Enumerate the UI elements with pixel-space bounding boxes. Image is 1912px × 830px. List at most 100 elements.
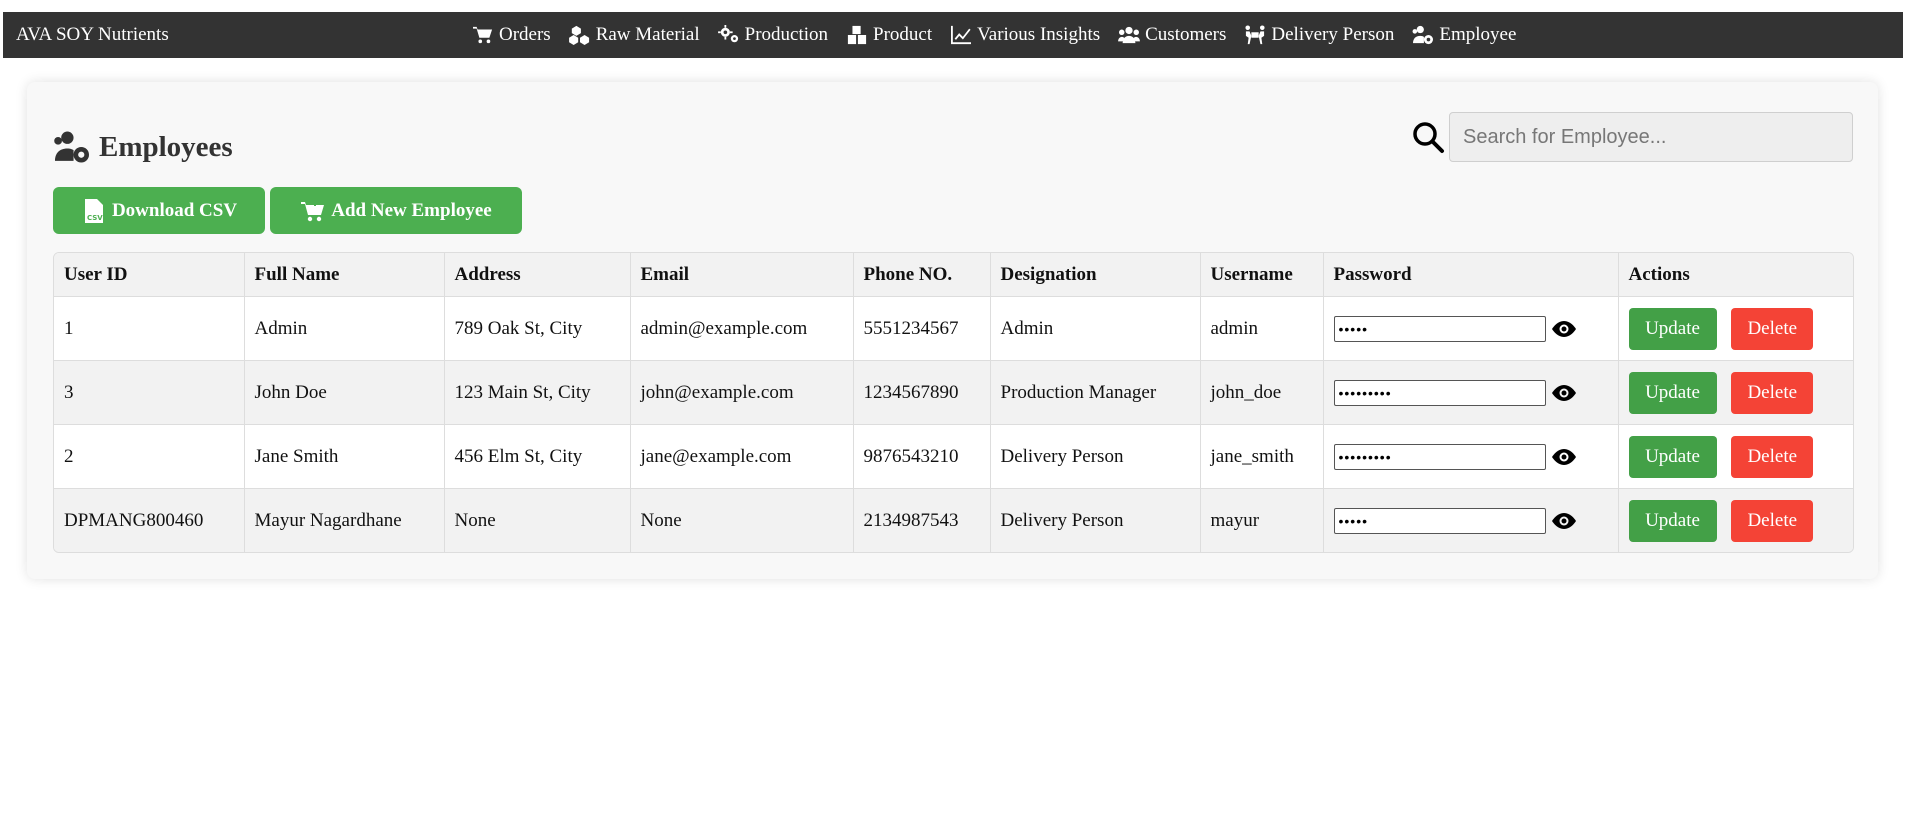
top-navbar: AVA SOY Nutrients Orders Raw Material Pr… xyxy=(3,12,1903,58)
cell-username: john_doe xyxy=(1200,360,1324,425)
boxes-icon xyxy=(847,25,867,45)
password-field[interactable] xyxy=(1333,507,1546,534)
cell-password xyxy=(1323,488,1619,552)
nav-raw-material[interactable]: Raw Material xyxy=(568,24,700,46)
nav-production[interactable]: Production xyxy=(717,24,829,46)
employees-card: Employees CSV Download CSV Add New Emplo… xyxy=(27,82,1878,579)
nav-label: Employee xyxy=(1439,24,1517,45)
column-header: Designation xyxy=(990,253,1201,297)
search-bar xyxy=(1411,112,1853,162)
brand-name[interactable]: AVA SOY Nutrients xyxy=(16,12,169,58)
toolbar: CSV Download CSV Add New Employee xyxy=(53,187,527,234)
cell-actions: Update Delete xyxy=(1618,488,1853,552)
line-chart-icon xyxy=(951,25,972,45)
cell-username: mayur xyxy=(1200,488,1324,552)
delete-button[interactable]: Delete xyxy=(1731,499,1814,542)
password-field[interactable] xyxy=(1333,315,1546,342)
nav-label: Production xyxy=(744,24,829,45)
table-row: 3 John Doe 123 Main St, City john@exampl… xyxy=(54,360,1853,425)
cell-designation: Production Manager xyxy=(990,360,1201,425)
cell-username: admin xyxy=(1200,296,1324,361)
search-input[interactable] xyxy=(1449,112,1853,162)
cell-address: 456 Elm St, City xyxy=(444,424,631,489)
nav-label: Raw Material xyxy=(595,24,700,45)
nav-employee[interactable]: Employee xyxy=(1412,24,1516,46)
cell-address: 789 Oak St, City xyxy=(444,296,631,361)
nav-various-insights[interactable]: Various Insights xyxy=(950,24,1100,46)
cell-designation: Delivery Person xyxy=(990,424,1201,489)
cell-user-id: 2 xyxy=(54,424,245,489)
cell-email: admin@example.com xyxy=(630,296,854,361)
download-csv-label: Download CSV xyxy=(111,199,238,221)
eye-icon[interactable] xyxy=(1551,512,1576,530)
update-button[interactable]: Update xyxy=(1628,371,1717,414)
eye-icon[interactable] xyxy=(1551,320,1576,338)
eye-icon[interactable] xyxy=(1551,384,1576,402)
cell-user-id: DPMANG800460 xyxy=(54,488,245,552)
nav-delivery-person[interactable]: Delivery Person xyxy=(1244,24,1394,46)
column-header: Address xyxy=(444,253,631,297)
nav-product[interactable]: Product xyxy=(846,24,932,46)
delete-button[interactable]: Delete xyxy=(1731,371,1814,414)
cell-password xyxy=(1323,296,1619,361)
delete-button[interactable]: Delete xyxy=(1731,435,1814,478)
add-employee-label: Add New Employee xyxy=(331,199,492,221)
cell-actions: Update Delete xyxy=(1618,424,1853,489)
cell-full-name: Mayur Nagardhane xyxy=(244,488,445,552)
password-field-group xyxy=(1333,443,1608,470)
cell-user-id: 3 xyxy=(54,360,245,425)
download-csv-button[interactable]: CSV Download CSV xyxy=(53,187,265,234)
column-header: Actions xyxy=(1618,253,1853,297)
cell-full-name: Jane Smith xyxy=(244,424,445,489)
cell-full-name: Admin xyxy=(244,296,445,361)
people-carry-icon xyxy=(1245,25,1265,45)
column-header: Full Name xyxy=(244,253,445,297)
page-title-text: Employees xyxy=(99,130,233,163)
nav-customers[interactable]: Customers xyxy=(1118,24,1226,46)
cell-actions: Update Delete xyxy=(1618,360,1853,425)
cell-designation: Delivery Person xyxy=(990,488,1201,552)
cell-designation: Admin xyxy=(990,296,1201,361)
cell-email: None xyxy=(630,488,854,552)
cell-phone: 1234567890 xyxy=(853,360,991,425)
column-header: Email xyxy=(630,253,854,297)
update-button[interactable]: Update xyxy=(1628,307,1717,350)
cell-full-name: John Doe xyxy=(244,360,445,425)
eye-icon[interactable] xyxy=(1551,448,1576,466)
cart-icon xyxy=(473,26,493,44)
column-header: Phone NO. xyxy=(853,253,991,297)
cell-user-id: 1 xyxy=(54,296,245,361)
cell-phone: 2134987543 xyxy=(853,488,991,552)
cell-phone: 5551234567 xyxy=(853,296,991,361)
password-field[interactable] xyxy=(1333,443,1546,470)
gears-icon xyxy=(717,25,738,43)
table-row: DPMANG800460 Mayur Nagardhane None None … xyxy=(54,488,1853,552)
users-gear-icon xyxy=(1412,25,1434,45)
page-title: Employees xyxy=(53,130,233,164)
table-row: 2 Jane Smith 456 Elm St, City jane@examp… xyxy=(54,424,1853,489)
csv-file-icon: CSV xyxy=(84,198,103,223)
cubes-icon xyxy=(568,25,589,45)
password-field-group xyxy=(1333,379,1608,406)
add-employee-button[interactable]: Add New Employee xyxy=(270,187,522,234)
table-row: 1 Admin 789 Oak St, City admin@example.c… xyxy=(54,296,1853,361)
users-gear-icon xyxy=(54,131,89,163)
cell-phone: 9876543210 xyxy=(853,424,991,489)
cell-address: 123 Main St, City xyxy=(444,360,631,425)
cart-plus-icon xyxy=(301,197,325,221)
search-icon[interactable] xyxy=(1411,120,1445,154)
nav-label: Product xyxy=(873,24,933,45)
cell-password xyxy=(1323,424,1619,489)
update-button[interactable]: Update xyxy=(1628,499,1717,542)
table-header-row: User ID Full Name Address Email Phone NO… xyxy=(54,253,1853,297)
column-header: Password xyxy=(1323,253,1619,297)
password-field[interactable] xyxy=(1333,379,1546,406)
nav-orders[interactable]: Orders xyxy=(472,24,551,46)
cell-username: jane_smith xyxy=(1200,424,1324,489)
employees-table: User ID Full Name Address Email Phone NO… xyxy=(53,252,1854,553)
nav-label: Various Insights xyxy=(977,24,1101,45)
delete-button[interactable]: Delete xyxy=(1731,307,1814,350)
cell-address: None xyxy=(444,488,631,552)
update-button[interactable]: Update xyxy=(1628,435,1717,478)
password-field-group xyxy=(1333,507,1608,534)
